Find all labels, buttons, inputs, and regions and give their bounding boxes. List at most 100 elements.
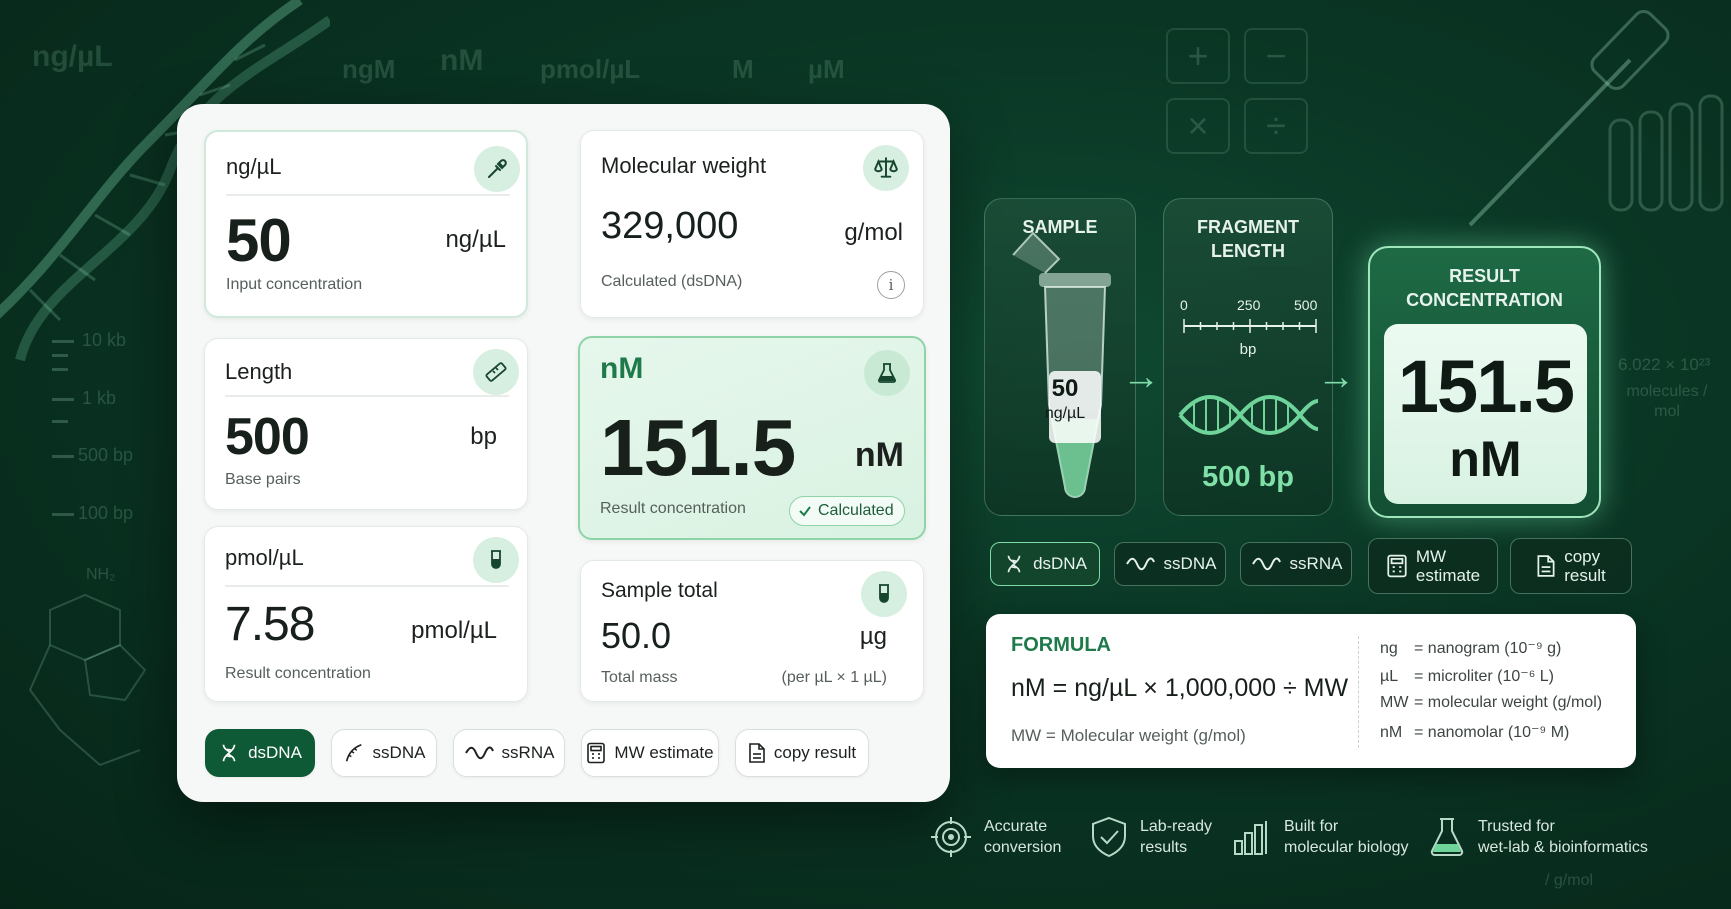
flow-dsdna-button[interactable]: dsDNA [990,542,1100,586]
chip-label: dsDNA [1033,554,1087,573]
flow-ssdna-button[interactable]: ssDNA [1114,542,1226,586]
molecular-weight-card: Molecular weight 329,000 g/mol Calculate… [580,130,924,318]
formula-equation: nM = ng/µL × 1,000,000 ÷ MW [1011,674,1349,702]
target-icon [931,817,971,857]
ngul-input-card[interactable]: ng/µL 50 ng/µL Input concentration [204,130,528,318]
mw-unit: g/mol [844,219,903,246]
flask-icon [1430,818,1464,856]
feature-label: wet-lab & bioinformatics [1478,839,1648,856]
step-title: FRAGMENT [1197,217,1299,237]
calculated-badge: Calculated [789,496,905,526]
card-subtitle: Base pairs [225,471,301,488]
avogadro-unit-label: molecules / mol [1626,383,1708,420]
tube-icon [473,537,519,583]
feature-molecular-biology: Built for molecular biology [1232,816,1409,858]
card-title: nM [600,352,644,385]
ladder-label: 500 bp [78,445,134,465]
pmol-result-card: pmol/µL 7.58 pmol/µL Result concentratio… [204,526,528,702]
result-concentration-step: RESULT CONCENTRATION 151.5 nM [1368,246,1601,518]
arrow-icon: → [1122,356,1160,398]
bg-unit-label: M [732,54,754,84]
bg-unit-label: ng/µL [32,40,113,73]
card-title: ng/µL [226,154,282,179]
legend-row: nM = nanomolar (10⁻⁹ M) [1380,724,1570,741]
scale-ruler [1183,319,1317,333]
strand-icon [345,743,362,762]
result-display: 151.5 nM [1384,324,1587,504]
total-unit: µg [859,623,887,650]
card-subtitle: Result concentration [225,665,371,682]
length-input-card[interactable]: Length 500 bp Base pairs [204,338,528,510]
pipette-icon [474,146,520,192]
bg-unit-label: nM [440,44,484,77]
scale-icon [863,145,909,191]
scale-tick-label: 500 [1294,297,1318,313]
chip-label: result [1564,566,1606,585]
bg-unit-label: ngM [342,54,396,84]
bg-unit-label: pmol/µL [540,54,641,84]
converter-panel: ng/µL 50 ng/µL Input concentration Molec… [177,104,950,802]
calculator-icon [587,742,606,764]
flow-mw-estimate-button[interactable]: MW estimate [1368,538,1498,594]
feature-lab-ready: Lab-ready results [1090,816,1212,858]
molecule-icon [29,593,147,766]
step-title: CONCENTRATION [1406,290,1563,310]
badge-label: Calculated [818,502,894,519]
ladder-label: 10 kb [82,330,127,350]
nm-unit: nM [854,436,904,474]
avogadro-label: 6.022 × 10²³ [1618,355,1711,374]
step-title: LENGTH [1211,241,1285,261]
chip-label: dsDNA [248,743,302,762]
tube-icon [861,571,907,617]
calc-key-minus: − [1244,28,1308,84]
ladder-label: 1 kb [82,388,117,408]
nm-result-card: nM 151.5 nM Result concentration Calcula… [578,336,926,540]
total-value: 50.0 [601,615,672,656]
fragment-length-step: FRAGMENT LENGTH 0 250 500 bp 500 bp [1163,198,1333,516]
card-subtitle: Input concentration [226,276,363,293]
length-value[interactable]: 500 [225,407,310,467]
nh2-label: NH₂ [86,566,116,583]
tube-icon [1012,231,1111,498]
chip-label: ssDNA [372,743,426,762]
formula-note: MW = Molecular weight (g/mol) [1011,726,1246,745]
chip-label: ssRNA [501,743,555,762]
card-subtitle: Result concentration [600,500,746,517]
flow-copy-result-button[interactable]: copy result [1510,538,1632,594]
chip-label: ssRNA [1289,554,1343,573]
mode-ssdna-button[interactable]: ssDNA [331,729,437,777]
flow-ssrna-button[interactable]: ssRNA [1240,542,1352,586]
mw-estimate-button[interactable]: MW estimate [581,729,719,777]
wave-icon [1125,557,1155,571]
flask-icon [864,350,910,396]
sample-total-card: Sample total 50.0 µg Total mass (per µL … [580,560,924,702]
document-icon [749,743,765,763]
wave-icon [464,746,494,760]
sample-step: SAMPLE 50 ng/µL [984,198,1136,516]
mode-dsdna-button[interactable]: dsDNA [205,729,315,777]
card-title: Length [225,359,293,384]
pipette-decor-icon [1468,9,1724,227]
feature-label: Lab-ready [1140,818,1213,835]
card-subtitle: Total mass [601,669,678,686]
copy-result-button[interactable]: copy result [735,729,869,777]
feature-trusted: Trusted for wet-lab & bioinformatics [1428,816,1648,858]
legend-row: µL = microliter (10⁻⁶ L) [1380,668,1554,685]
chip-label: copy result [773,743,857,762]
calculator-icon [1387,554,1407,578]
calc-key-plus: + [1166,28,1230,84]
formula-title: FORMULA [1011,634,1111,656]
card-title: pmol/µL [225,545,304,570]
document-icon [1537,555,1555,577]
fragment-value: 500 bp [1202,461,1294,493]
ngul-value[interactable]: 50 [226,206,292,275]
legend-row: ng = nanogram (10⁻⁹ g) [1380,640,1562,657]
info-icon[interactable]: i [877,271,905,299]
mw-value: 329,000 [601,205,739,247]
card-title: Molecular weight [601,153,767,178]
mode-ssrna-button[interactable]: ssRNA [453,729,565,777]
feature-accurate: Accurate conversion [930,816,1061,858]
feature-label: conversion [984,839,1062,856]
formula-card: FORMULA nM = ng/µL × 1,000,000 ÷ MW MW =… [986,614,1636,768]
scale-tick-label: 0 [1180,297,1188,313]
